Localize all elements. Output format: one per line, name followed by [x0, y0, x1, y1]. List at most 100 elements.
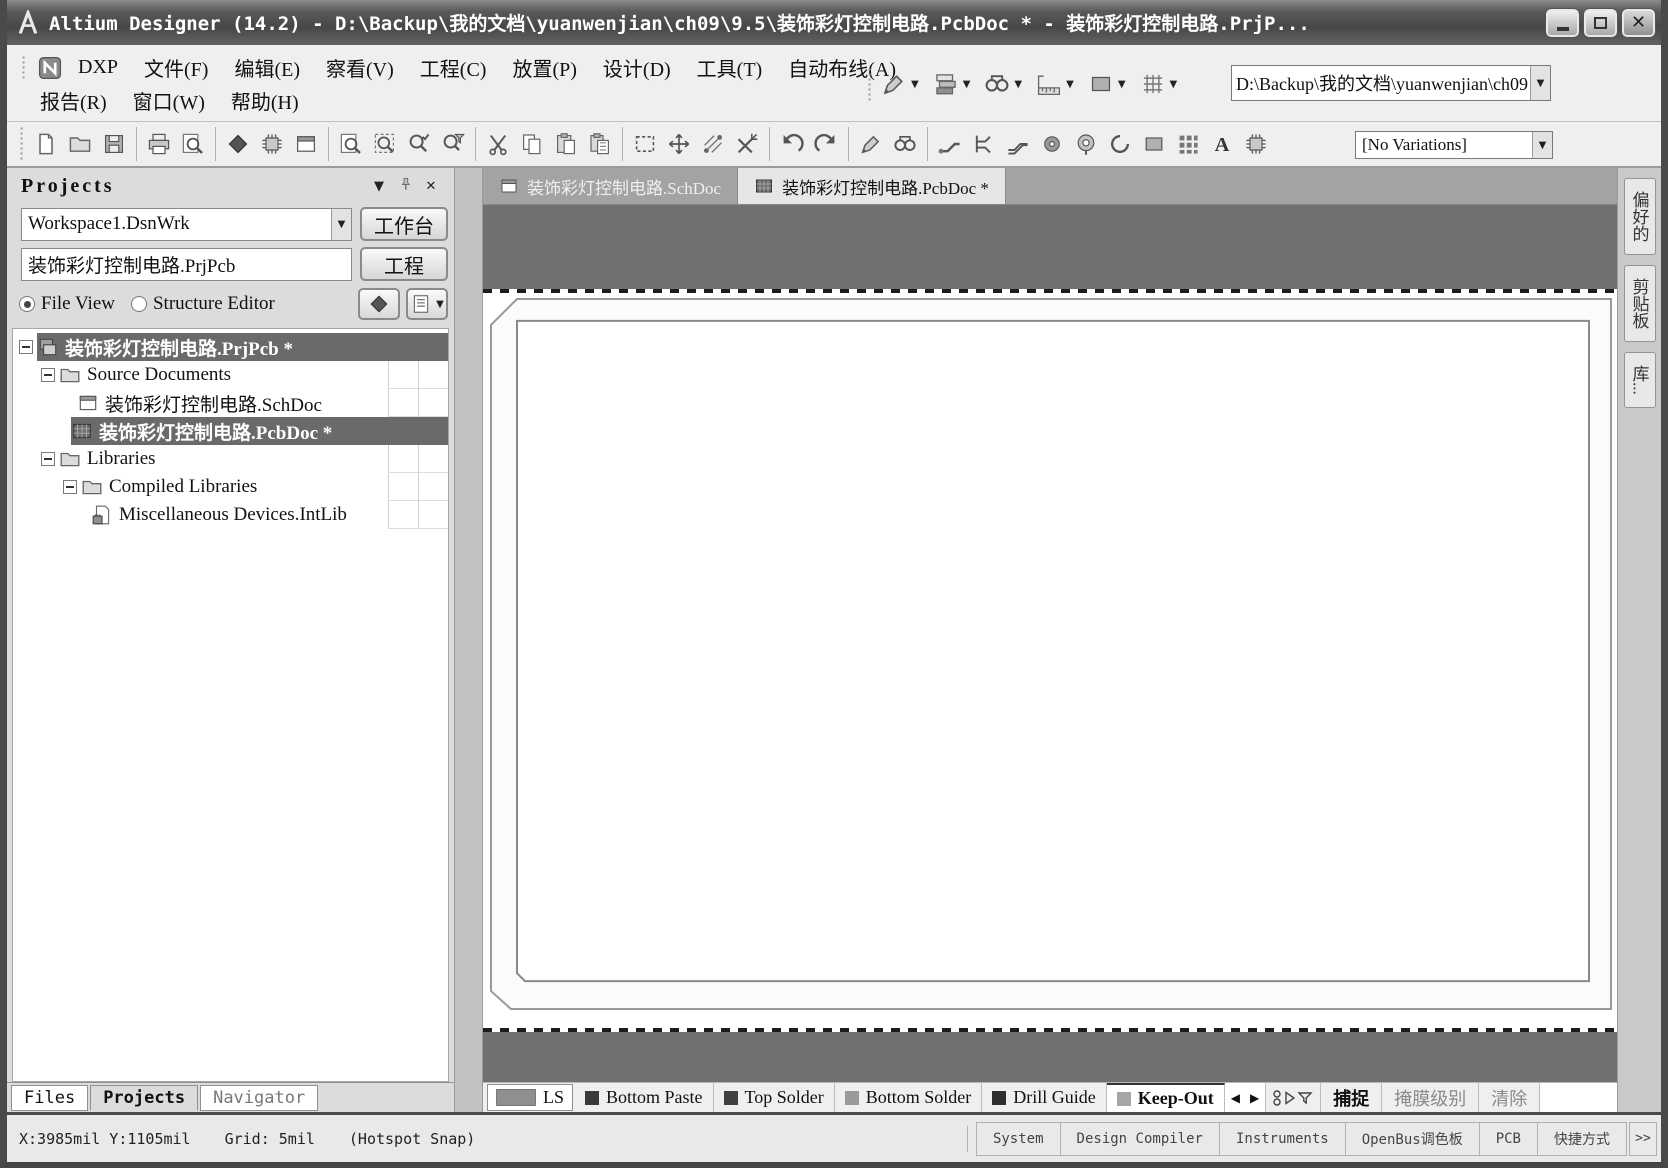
tree-item-project[interactable]: 装饰彩灯控制电路.PrjPcb *: [13, 333, 448, 361]
room-button[interactable]: ▼: [1084, 68, 1130, 100]
grid-settings-button[interactable]: ▼: [1136, 68, 1182, 100]
layer-tab-keep-out[interactable]: Keep-Out: [1106, 1083, 1225, 1112]
tab-files[interactable]: Files: [11, 1085, 89, 1111]
menu-window[interactable]: 窗口(W): [120, 84, 218, 117]
clear-button[interactable]: 清除: [1479, 1083, 1541, 1112]
tree-item-pcbdoc[interactable]: 装饰彩灯控制电路.PcbDoc *: [13, 417, 448, 445]
menu-dxp[interactable]: DXP: [65, 54, 131, 81]
panel-close-button[interactable]: ✕: [418, 179, 444, 194]
dxp-icon[interactable]: [37, 55, 63, 81]
menu-project[interactable]: 工程(C): [407, 51, 500, 84]
tab-projects[interactable]: Projects: [90, 1085, 199, 1111]
select-area-button[interactable]: [628, 126, 662, 162]
drag-handle[interactable]: [21, 55, 27, 80]
menu-help[interactable]: 帮助(H): [218, 84, 312, 117]
layer-tab-bottom-solder[interactable]: Bottom Solder: [835, 1083, 983, 1112]
panel-pin-button[interactable]: [392, 177, 418, 196]
undo-button[interactable]: [775, 126, 809, 162]
paste-button[interactable]: [549, 126, 583, 162]
structure-editor-radio[interactable]: [130, 296, 147, 312]
variations-combobox[interactable]: [No Variations] ▼: [1355, 131, 1553, 159]
workspace-button[interactable]: 工作台: [360, 207, 448, 241]
chevron-down-icon[interactable]: ▼: [1530, 66, 1550, 100]
chevron-down-icon[interactable]: ▼: [331, 208, 351, 240]
menu-design[interactable]: 设计(D): [590, 51, 684, 84]
align-objects-button[interactable]: [696, 126, 730, 162]
cut-button[interactable]: [481, 126, 515, 162]
scroll-left-button[interactable]: ◀: [1231, 1091, 1240, 1105]
save-document-button[interactable]: [97, 126, 131, 162]
panel-menu-button[interactable]: ▼: [366, 179, 392, 194]
copy-button[interactable]: [515, 126, 549, 162]
fit-document-button[interactable]: [334, 126, 368, 162]
pad-array-button[interactable]: [1171, 126, 1205, 162]
filter-zoom-button[interactable]: [436, 126, 470, 162]
maximize-button[interactable]: [1583, 7, 1618, 38]
place-arc-button[interactable]: [1103, 126, 1137, 162]
chevron-down-icon[interactable]: ▼: [1532, 132, 1552, 158]
menu-tools[interactable]: 工具(T): [684, 51, 776, 84]
close-button[interactable]: ✕: [1621, 7, 1656, 38]
snap-button[interactable]: 捕捉: [1321, 1083, 1383, 1112]
find-similar-button[interactable]: [888, 126, 922, 162]
fanout-button[interactable]: [967, 126, 1001, 162]
tree-item-libraries[interactable]: Libraries: [13, 445, 448, 473]
workspace-panels-button[interactable]: [289, 126, 323, 162]
show-documents-button[interactable]: [358, 288, 400, 320]
pcb-canvas[interactable]: [483, 205, 1617, 1082]
zoom-selected-button[interactable]: [402, 126, 436, 162]
mask-level-button[interactable]: 掩膜级别: [1382, 1083, 1480, 1112]
panel-button-pcb[interactable]: PCB: [1478, 1121, 1537, 1156]
fit-area-button[interactable]: [368, 126, 402, 162]
layer-tab-top-solder[interactable]: Top Solder: [714, 1083, 835, 1112]
tab-pcbdoc[interactable]: 装饰彩灯控制电路.PcbDoc *: [738, 168, 1006, 204]
collapse-icon[interactable]: [41, 452, 55, 466]
tab-favorites[interactable]: 偏好的: [1623, 178, 1656, 255]
tree-item-source-documents[interactable]: Source Documents: [13, 361, 448, 389]
panel-splitter[interactable]: [455, 168, 483, 1112]
tab-navigator[interactable]: Navigator: [200, 1085, 319, 1111]
minimize-button[interactable]: [1545, 7, 1580, 38]
interactive-routing-button[interactable]: [933, 126, 967, 162]
project-field[interactable]: 装饰彩灯控制电路.PrjPcb: [21, 247, 352, 281]
place-pad-button[interactable]: [1035, 126, 1069, 162]
scroll-right-button[interactable]: ▶: [1250, 1091, 1259, 1105]
tab-clipboard[interactable]: 剪贴板: [1623, 265, 1656, 342]
more-panels-button[interactable]: >>: [1629, 1121, 1657, 1156]
panel-button-system[interactable]: System: [975, 1121, 1060, 1156]
menu-place[interactable]: 放置(P): [499, 51, 589, 84]
panel-button-instruments[interactable]: Instruments: [1218, 1121, 1345, 1156]
mask-controls[interactable]: [1266, 1083, 1322, 1112]
tree-item-intlib[interactable]: Miscellaneous Devices.IntLib: [13, 501, 448, 529]
project-button[interactable]: 工程: [360, 247, 448, 281]
menu-edit[interactable]: 编辑(E): [221, 51, 313, 84]
document-options-button[interactable]: ▼: [406, 288, 448, 320]
file-view-radio[interactable]: [19, 296, 35, 312]
measure-button[interactable]: ▼: [1032, 68, 1078, 100]
place-line-button[interactable]: [854, 126, 888, 162]
storage-path-combobox[interactable]: D:\Backup\我的文档\yuanwenjian\ch09 ▼: [1231, 65, 1551, 101]
cross-probe-button[interactable]: [730, 126, 764, 162]
panel-button-shortcuts[interactable]: 快捷方式: [1537, 1121, 1627, 1156]
open-document-button[interactable]: [63, 126, 97, 162]
tab-libraries[interactable]: 库...: [1623, 352, 1656, 408]
redo-button[interactable]: [809, 126, 843, 162]
menu-file[interactable]: 文件(F): [131, 51, 221, 84]
place-string-button[interactable]: [1205, 126, 1239, 162]
print-preview-button[interactable]: [176, 126, 210, 162]
drag-handle[interactable]: [867, 67, 873, 101]
place-component-button[interactable]: [1239, 126, 1273, 162]
menu-view[interactable]: 察看(V): [313, 51, 407, 84]
workspace-combobox[interactable]: Workspace1.DsnWrk ▼: [21, 207, 352, 241]
layer-stack-button[interactable]: ▼: [929, 68, 975, 100]
find-button[interactable]: ▼: [980, 68, 1026, 100]
collapse-icon[interactable]: [63, 480, 77, 494]
layer-tab-bottom-paste[interactable]: Bottom Paste: [575, 1083, 714, 1112]
place-via-button[interactable]: [1069, 126, 1103, 162]
panel-button-design-compiler[interactable]: Design Compiler: [1059, 1121, 1219, 1156]
new-document-button[interactable]: [29, 126, 63, 162]
tree-item-compiled-libraries[interactable]: Compiled Libraries: [13, 473, 448, 501]
menu-reports[interactable]: 报告(R): [27, 84, 120, 117]
move-selection-button[interactable]: [662, 126, 696, 162]
board-insight-button[interactable]: ▼: [877, 68, 923, 100]
